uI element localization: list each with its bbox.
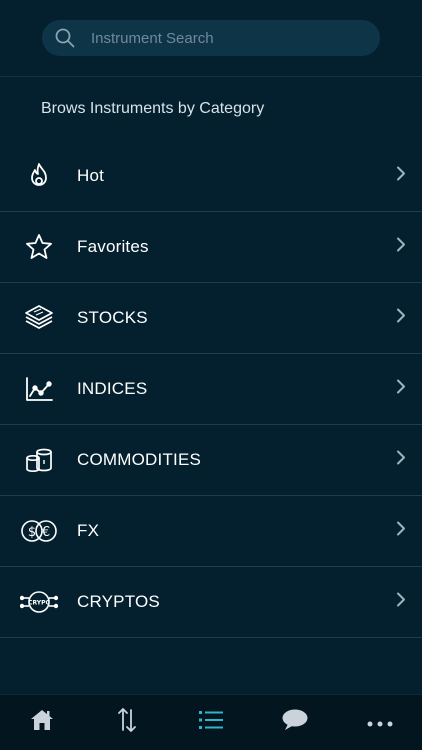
crypto-coin-icon: CRYPC [0, 567, 77, 638]
search-input[interactable] [91, 29, 351, 47]
currency-exchange-icon: $ € [0, 496, 77, 567]
category-item-hot[interactable]: Hot [0, 141, 422, 212]
category-label: FX [77, 521, 100, 540]
svg-text:€: € [41, 525, 49, 540]
line-chart-icon [0, 354, 77, 425]
category-item-indices[interactable]: INDICES [0, 354, 422, 425]
category-item-favorites[interactable]: Favorites [0, 212, 422, 283]
list-icon [198, 709, 224, 736]
nav-home-button[interactable] [12, 695, 72, 750]
category-item-cryptos[interactable]: CRYPC CRYPTOS [0, 567, 422, 638]
up-down-arrows-icon [116, 706, 138, 739]
more-dots-icon [367, 714, 393, 732]
category-label: Favorites [77, 237, 149, 256]
category-item-stocks[interactable]: STOCKS [0, 283, 422, 354]
category-label: COMMODITIES [77, 450, 202, 469]
category-item-commodities[interactable]: COMMODITIES [0, 425, 422, 496]
chevron-right-icon [396, 450, 406, 471]
category-list: Hot Favorites STOCKS INDICES COMMODITIES… [0, 141, 422, 638]
stacked-bills-icon [0, 283, 77, 354]
svg-text:CRYPC: CRYPC [28, 600, 50, 607]
search-icon [54, 27, 76, 49]
bottom-nav [0, 694, 422, 750]
chevron-right-icon [396, 237, 406, 258]
svg-text:$: $ [27, 525, 35, 540]
nav-chat-button[interactable] [265, 695, 325, 750]
section-title: Brows Instruments by Category [41, 100, 265, 117]
chat-bubble-icon [281, 708, 309, 737]
chevron-right-icon [396, 592, 406, 613]
nav-more-button[interactable] [350, 695, 410, 750]
search-bar[interactable] [42, 20, 380, 56]
category-item-fx[interactable]: $ € FX [0, 496, 422, 567]
nav-instruments-button[interactable] [181, 695, 241, 750]
chevron-right-icon [396, 379, 406, 400]
chevron-right-icon [396, 166, 406, 187]
search-header [0, 0, 422, 77]
barrels-icon [0, 425, 77, 496]
category-label: INDICES [77, 379, 148, 398]
home-icon [29, 708, 55, 737]
app-root: Brows Instruments by Category Hot Favor [0, 0, 422, 750]
nav-trade-button[interactable] [97, 695, 157, 750]
category-label: STOCKS [77, 308, 148, 327]
star-icon [0, 212, 77, 283]
flame-icon [0, 141, 77, 212]
category-label: CRYPTOS [77, 592, 160, 611]
chevron-right-icon [396, 521, 406, 542]
chevron-right-icon [396, 308, 406, 329]
category-label: Hot [77, 166, 105, 185]
